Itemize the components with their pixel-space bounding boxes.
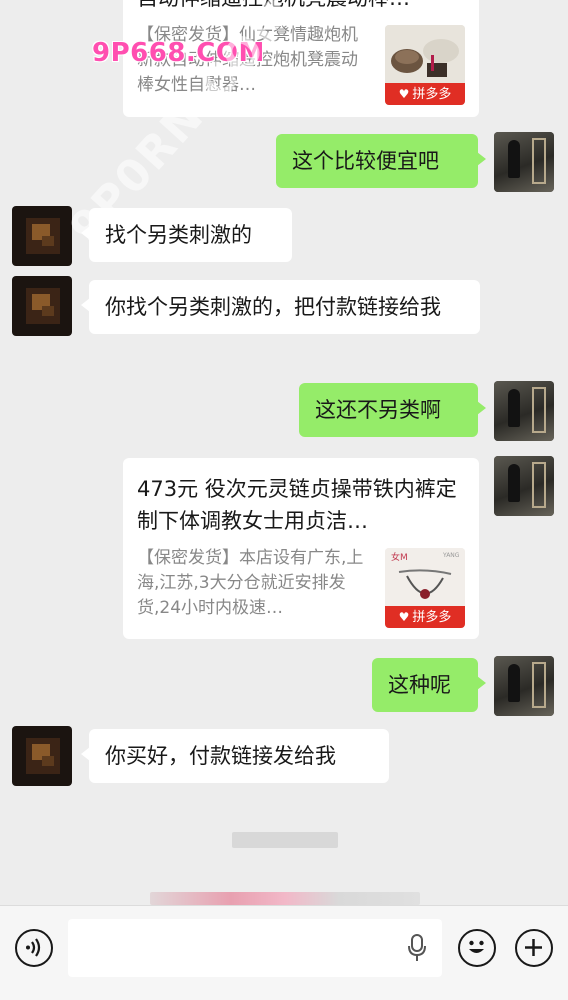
badge-label: 拼多多 (412, 87, 452, 102)
input-toolbar (0, 905, 568, 1000)
mic-icon[interactable] (406, 933, 428, 963)
product-card[interactable]: 473元 役次元灵链贞操带铁内裤定制下体调教女士用贞洁… 【保密发货】本店设有广… (123, 458, 479, 639)
emoji-icon[interactable] (458, 929, 496, 967)
product-description: 【保密发货】本店设有广东,上海,江苏,3大分仓就近安排发货,24小时内极速… (137, 548, 364, 618)
message-bubble-sent[interactable]: 这个比较便宜吧 (276, 134, 486, 188)
add-icon[interactable] (515, 929, 553, 967)
chat-area: 自动伸缩遥控炮机凳震动棒… 【保密发货】仙女凳情趣炮机新款自动伸缩遥控炮机凳震动… (0, 0, 568, 905)
badge-label: 拼多多 (412, 610, 452, 625)
contact-avatar[interactable] (12, 276, 72, 336)
svg-text:女M: 女M (391, 551, 408, 563)
pinduoduo-badge: ♥ 拼多多 (385, 83, 465, 105)
heart-icon: ♥ (398, 610, 410, 624)
message-input[interactable] (68, 919, 442, 977)
my-avatar[interactable] (494, 132, 554, 192)
svg-text:YANG: YANG (442, 552, 460, 559)
my-avatar[interactable] (494, 456, 554, 516)
message-bubble-received[interactable]: 你买好，付款链接发给我 (81, 729, 389, 783)
heart-icon: ♥ (398, 87, 410, 101)
my-avatar[interactable] (494, 381, 554, 441)
product-image: 女M YANG ♥ 拼多多 (385, 548, 465, 628)
product-image: ♥ 拼多多 (385, 25, 465, 105)
voice-icon[interactable] (15, 929, 53, 967)
message-bubble-received[interactable]: 你找个另类刺激的，把付款链接给我 (81, 280, 480, 334)
my-avatar[interactable] (494, 656, 554, 716)
site-watermark: 9P668.COM (92, 38, 265, 68)
message-bubble-sent[interactable]: 这种呢 (372, 658, 486, 712)
contact-avatar[interactable] (12, 206, 72, 266)
product-title: 473元 役次元灵链贞操带铁内裤定制下体调教女士用贞洁… (137, 477, 457, 533)
product-title: 自动伸缩遥控炮机凳震动棒… (137, 0, 463, 14)
pinduoduo-badge: ♥ 拼多多 (385, 606, 465, 628)
message-bubble-sent[interactable]: 这还不另类啊 (299, 383, 486, 437)
message-bubble-received[interactable]: 找个另类刺激的 (81, 208, 292, 262)
blurred-system-text (150, 892, 420, 905)
blurred-system-text (232, 832, 338, 848)
contact-avatar[interactable] (12, 726, 72, 786)
